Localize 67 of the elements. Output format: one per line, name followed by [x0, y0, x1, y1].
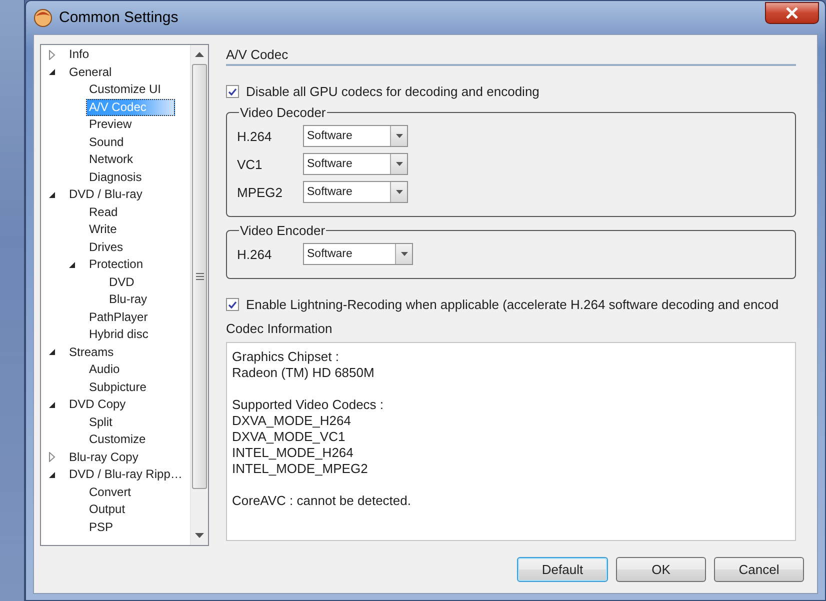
expanded-arrow-icon[interactable]: [67, 260, 77, 270]
collapsed-arrow-icon[interactable]: [47, 452, 57, 462]
tree-item[interactable]: DVD / Blu-ray Ripp…: [66, 466, 186, 484]
collapsed-arrow-icon[interactable]: [47, 50, 57, 60]
codec-dropdown[interactable]: Software: [303, 125, 408, 147]
caret-icon: [396, 134, 402, 138]
group-title: Video Decoder: [239, 105, 327, 120]
checkbox-label: Disable all GPU codecs for decoding and encoding: [246, 84, 540, 99]
tree-item[interactable]: DVD: [106, 274, 138, 291]
tree-item[interactable]: Protection: [86, 256, 146, 274]
checkbox[interactable]: [226, 298, 239, 311]
tree-item[interactable]: Network: [86, 151, 136, 168]
field-label: VC1: [237, 156, 264, 172]
close-button[interactable]: [765, 2, 819, 24]
tree-item[interactable]: Sound: [86, 134, 127, 151]
close-icon: [785, 7, 799, 19]
tree-item[interactable]: Preview: [86, 116, 135, 134]
app-icon: [33, 8, 53, 28]
expanded-arrow-icon[interactable]: [47, 67, 57, 78]
scroll-down-icon[interactable]: [195, 533, 204, 538]
tree-item[interactable]: Write: [86, 221, 120, 238]
tree-item[interactable]: Blu-ray: [106, 291, 150, 308]
tree-item[interactable]: Customize UI: [86, 81, 164, 98]
caret-icon: [400, 252, 408, 256]
codec-dropdown[interactable]: Software: [303, 181, 408, 203]
codec-info-label: Codec Information: [226, 321, 334, 336]
tree-item[interactable]: Streams: [66, 344, 117, 361]
tree-item[interactable]: Read: [86, 204, 121, 221]
codec-info-field[interactable]: Graphics Chipset : Radeon (TM) HD 6850M Supported Video Codecs : DXVA_MODE_H264 DXVA_MODE_VC1 INTEL_MODE_H264 INTEL_MODE_MPEG2 CoreAVC : cannot be detected.: [226, 342, 796, 541]
field-label: MPEG2: [237, 184, 284, 200]
grip-icon: [196, 273, 204, 280]
tree-item[interactable]: Subpicture: [86, 378, 150, 396]
field-label: H.264: [237, 128, 273, 144]
codec-dropdown[interactable]: Software: [303, 243, 413, 265]
field-label: H.264: [237, 246, 273, 262]
tree-item[interactable]: Split: [86, 414, 116, 431]
checkbox-label: Enable Lightning-Recoding when applicable (accelerate H.264 software decoding and encod: [246, 297, 779, 312]
tree-item[interactable]: Convert: [86, 484, 134, 501]
window-title: Common Settings: [59, 9, 180, 26]
tree-item[interactable]: Info: [66, 46, 92, 64]
tree-item[interactable]: General: [66, 64, 115, 81]
tree-item[interactable]: Blu-ray Copy: [66, 448, 142, 466]
tree-item[interactable]: PSP: [86, 518, 116, 536]
expanded-arrow-icon[interactable]: [47, 400, 57, 410]
tree-item[interactable]: DVD Copy: [66, 396, 129, 414]
group-title: Video Encoder: [239, 223, 326, 238]
dialog-button[interactable]: OK: [616, 557, 706, 582]
dialog-button[interactable]: Default: [517, 557, 608, 582]
tree-item[interactable]: Drives: [86, 238, 126, 256]
expanded-arrow-icon[interactable]: [47, 347, 57, 358]
tree-item[interactable]: Audio: [86, 361, 123, 378]
checkbox[interactable]: [226, 85, 239, 98]
codec-dropdown[interactable]: Software: [303, 153, 408, 175]
dialog-button[interactable]: Cancel: [714, 557, 804, 582]
scroll-up-icon[interactable]: [195, 52, 204, 57]
caret-icon: [396, 190, 402, 194]
tree-item[interactable]: Output: [86, 501, 128, 518]
section-heading: A/V Codec: [226, 44, 796, 66]
tree-item[interactable]: PathPlayer: [86, 308, 151, 326]
tree-item[interactable]: Diagnosis: [86, 168, 145, 186]
scrollbar[interactable]: [190, 45, 208, 545]
caret-icon: [396, 162, 402, 166]
expanded-arrow-icon[interactable]: [47, 470, 57, 480]
tree-item[interactable]: Hybrid disc: [86, 326, 152, 344]
tree-item[interactable]: Customize: [86, 431, 149, 448]
tree-item[interactable]: DVD / Blu-ray: [66, 186, 146, 204]
expanded-arrow-icon[interactable]: [47, 190, 57, 200]
